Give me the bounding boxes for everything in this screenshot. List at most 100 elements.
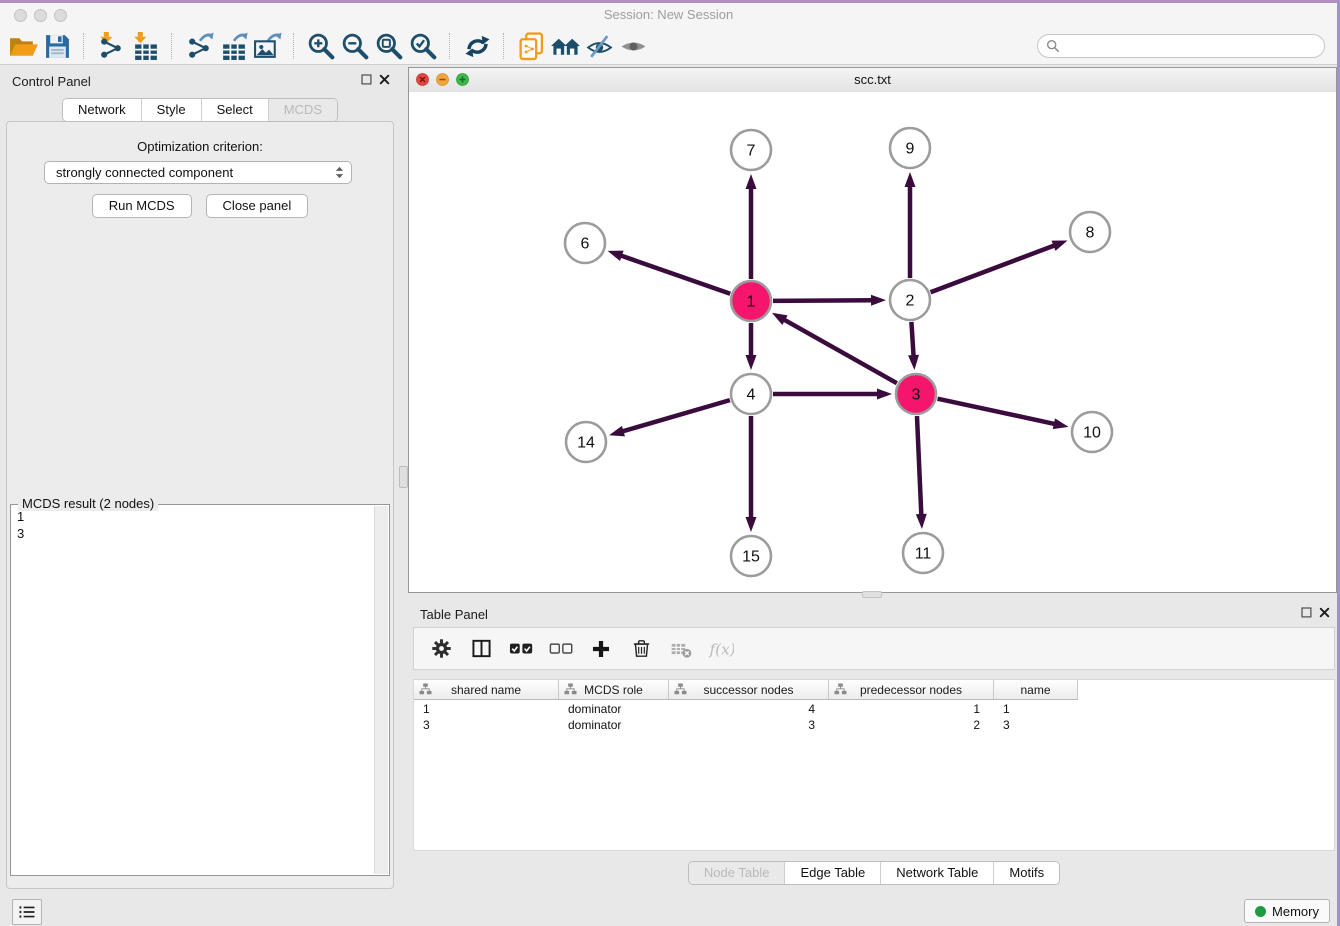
- tab-node-table[interactable]: Node Table: [689, 862, 785, 884]
- float-panel-icon[interactable]: [361, 74, 372, 85]
- memory-status-icon: [1255, 906, 1266, 917]
- cell-successor-nodes[interactable]: 3: [669, 717, 829, 733]
- float-table-panel-icon[interactable]: [1301, 607, 1312, 618]
- cell-shared-name[interactable]: 1: [414, 701, 559, 717]
- settings-gear-icon[interactable]: [428, 636, 454, 662]
- tree-sort-icon: [674, 683, 687, 698]
- chevron-updown-icon: [334, 165, 345, 180]
- result-scrollbar[interactable]: [374, 506, 388, 874]
- memory-button[interactable]: Memory: [1244, 899, 1330, 923]
- show-graphics-details-icon[interactable]: [616, 30, 650, 62]
- network-window-titlebar[interactable]: scc.txt: [409, 68, 1336, 93]
- cell-predecessor-nodes[interactable]: 2: [829, 717, 994, 733]
- mcds-result-line: 3: [17, 525, 371, 542]
- delete-row-icon[interactable]: [628, 636, 654, 662]
- edge-arrow-2-9: [905, 172, 916, 187]
- search-input[interactable]: [1065, 38, 1324, 55]
- select-all-icon[interactable]: [508, 636, 534, 662]
- control-panel-header: Control Panel: [0, 65, 400, 95]
- tab-mcds[interactable]: MCDS: [268, 99, 337, 121]
- edge-3-1[interactable]: [782, 319, 896, 384]
- cell-MCDS-role[interactable]: dominator: [559, 717, 669, 733]
- window-title: Session: New Session: [0, 7, 1337, 22]
- delete-table-icon: [668, 636, 694, 662]
- export-image-icon[interactable]: [250, 30, 284, 62]
- zoom-out-icon[interactable]: [338, 30, 372, 62]
- column-header-shared-name[interactable]: shared name: [414, 680, 559, 699]
- tab-edge-table[interactable]: Edge Table: [784, 862, 880, 884]
- run-mcds-button[interactable]: Run MCDS: [92, 194, 192, 218]
- tab-motifs[interactable]: Motifs: [993, 862, 1059, 884]
- import-network-icon[interactable]: [94, 30, 128, 62]
- edge-3-10[interactable]: [938, 399, 1057, 425]
- edge-1-6[interactable]: [619, 255, 730, 294]
- column-chooser-icon[interactable]: [468, 636, 494, 662]
- table-splitter-grip[interactable]: [862, 591, 882, 598]
- graph-node-label-7: 7: [747, 143, 756, 160]
- open-cyndex-browser-icon[interactable]: [548, 30, 582, 62]
- graph-node-label-9: 9: [906, 141, 915, 158]
- cell-shared-name[interactable]: 3: [414, 717, 559, 733]
- deselect-all-icon[interactable]: [548, 636, 574, 662]
- edge-2-3[interactable]: [911, 322, 913, 358]
- tree-sort-icon: [564, 683, 577, 698]
- edge-3-11[interactable]: [917, 416, 921, 517]
- edge-1-2[interactable]: [773, 300, 874, 301]
- column-header-predecessor-nodes[interactable]: predecessor nodes: [829, 680, 994, 699]
- edge-arrow-4-15: [746, 517, 757, 532]
- close-panel-icon[interactable]: [379, 74, 390, 85]
- column-header-MCDS-role[interactable]: MCDS role: [559, 680, 669, 699]
- graph-node-label-8: 8: [1086, 225, 1095, 242]
- cell-predecessor-nodes[interactable]: 1: [829, 701, 994, 717]
- export-network-to-ndex-icon[interactable]: [514, 30, 548, 62]
- table-panel: Table Panel f(x) shared nameMCDS rolesuc…: [408, 598, 1340, 893]
- mcds-result-box[interactable]: MCDS result (2 nodes) 13: [10, 504, 390, 876]
- zoom-in-icon[interactable]: [304, 30, 338, 62]
- search-field[interactable]: [1037, 34, 1325, 58]
- column-header-successor-nodes[interactable]: successor nodes: [669, 680, 829, 699]
- edge-arrow-2-8: [1052, 240, 1068, 250]
- panel-splitter-grip[interactable]: [399, 466, 408, 488]
- tab-select[interactable]: Select: [201, 99, 268, 121]
- import-table-icon[interactable]: [128, 30, 162, 62]
- graph-node-label-3: 3: [912, 387, 921, 404]
- edge-arrow-3-10: [1053, 418, 1069, 429]
- edge-arrow-1-2: [871, 295, 886, 306]
- edge-arrow-2-3: [908, 355, 919, 370]
- hide-panels-icon[interactable]: [582, 30, 616, 62]
- close-panel-button[interactable]: Close panel: [206, 194, 309, 218]
- svg-text:f(x): f(x): [709, 640, 734, 658]
- close-table-panel-icon[interactable]: [1319, 607, 1330, 618]
- edge-4-14[interactable]: [621, 400, 730, 432]
- export-table-icon[interactable]: [216, 30, 250, 62]
- node-table: shared nameMCDS rolesuccessor nodesprede…: [413, 679, 1335, 851]
- show-panels-button[interactable]: [12, 899, 42, 925]
- cell-name[interactable]: 1: [994, 701, 1078, 717]
- table-row[interactable]: 1dominator411: [414, 701, 1078, 717]
- zoom-fit-icon[interactable]: [372, 30, 406, 62]
- criterion-select[interactable]: strongly connected component: [44, 161, 352, 184]
- zoom-selected-icon[interactable]: [406, 30, 440, 62]
- graph-node-label-10: 10: [1083, 425, 1101, 442]
- network-graph[interactable]: 7968124314101511: [409, 92, 1336, 592]
- refresh-view-icon[interactable]: [460, 30, 494, 62]
- tab-network-table[interactable]: Network Table: [880, 862, 993, 884]
- edge-arrow-3-1: [772, 313, 788, 325]
- control-panel-tabs: NetworkStyleSelectMCDS: [0, 98, 400, 122]
- save-session-icon[interactable]: [40, 30, 74, 62]
- add-row-icon[interactable]: [588, 636, 614, 662]
- toolbar-separator: [449, 33, 451, 59]
- tab-style[interactable]: Style: [141, 99, 201, 121]
- tab-network[interactable]: Network: [63, 99, 141, 121]
- network-canvas[interactable]: 7968124314101511: [409, 92, 1336, 592]
- edge-2-8[interactable]: [931, 245, 1057, 293]
- open-session-icon[interactable]: [6, 30, 40, 62]
- graph-node-label-6: 6: [581, 236, 590, 253]
- cell-name[interactable]: 3: [994, 717, 1078, 733]
- cell-successor-nodes[interactable]: 4: [669, 701, 829, 717]
- table-row[interactable]: 3dominator323: [414, 717, 1078, 733]
- export-network-icon[interactable]: [182, 30, 216, 62]
- cell-MCDS-role[interactable]: dominator: [559, 701, 669, 717]
- control-panel-title: Control Panel: [12, 74, 91, 89]
- column-header-name[interactable]: name: [994, 680, 1078, 699]
